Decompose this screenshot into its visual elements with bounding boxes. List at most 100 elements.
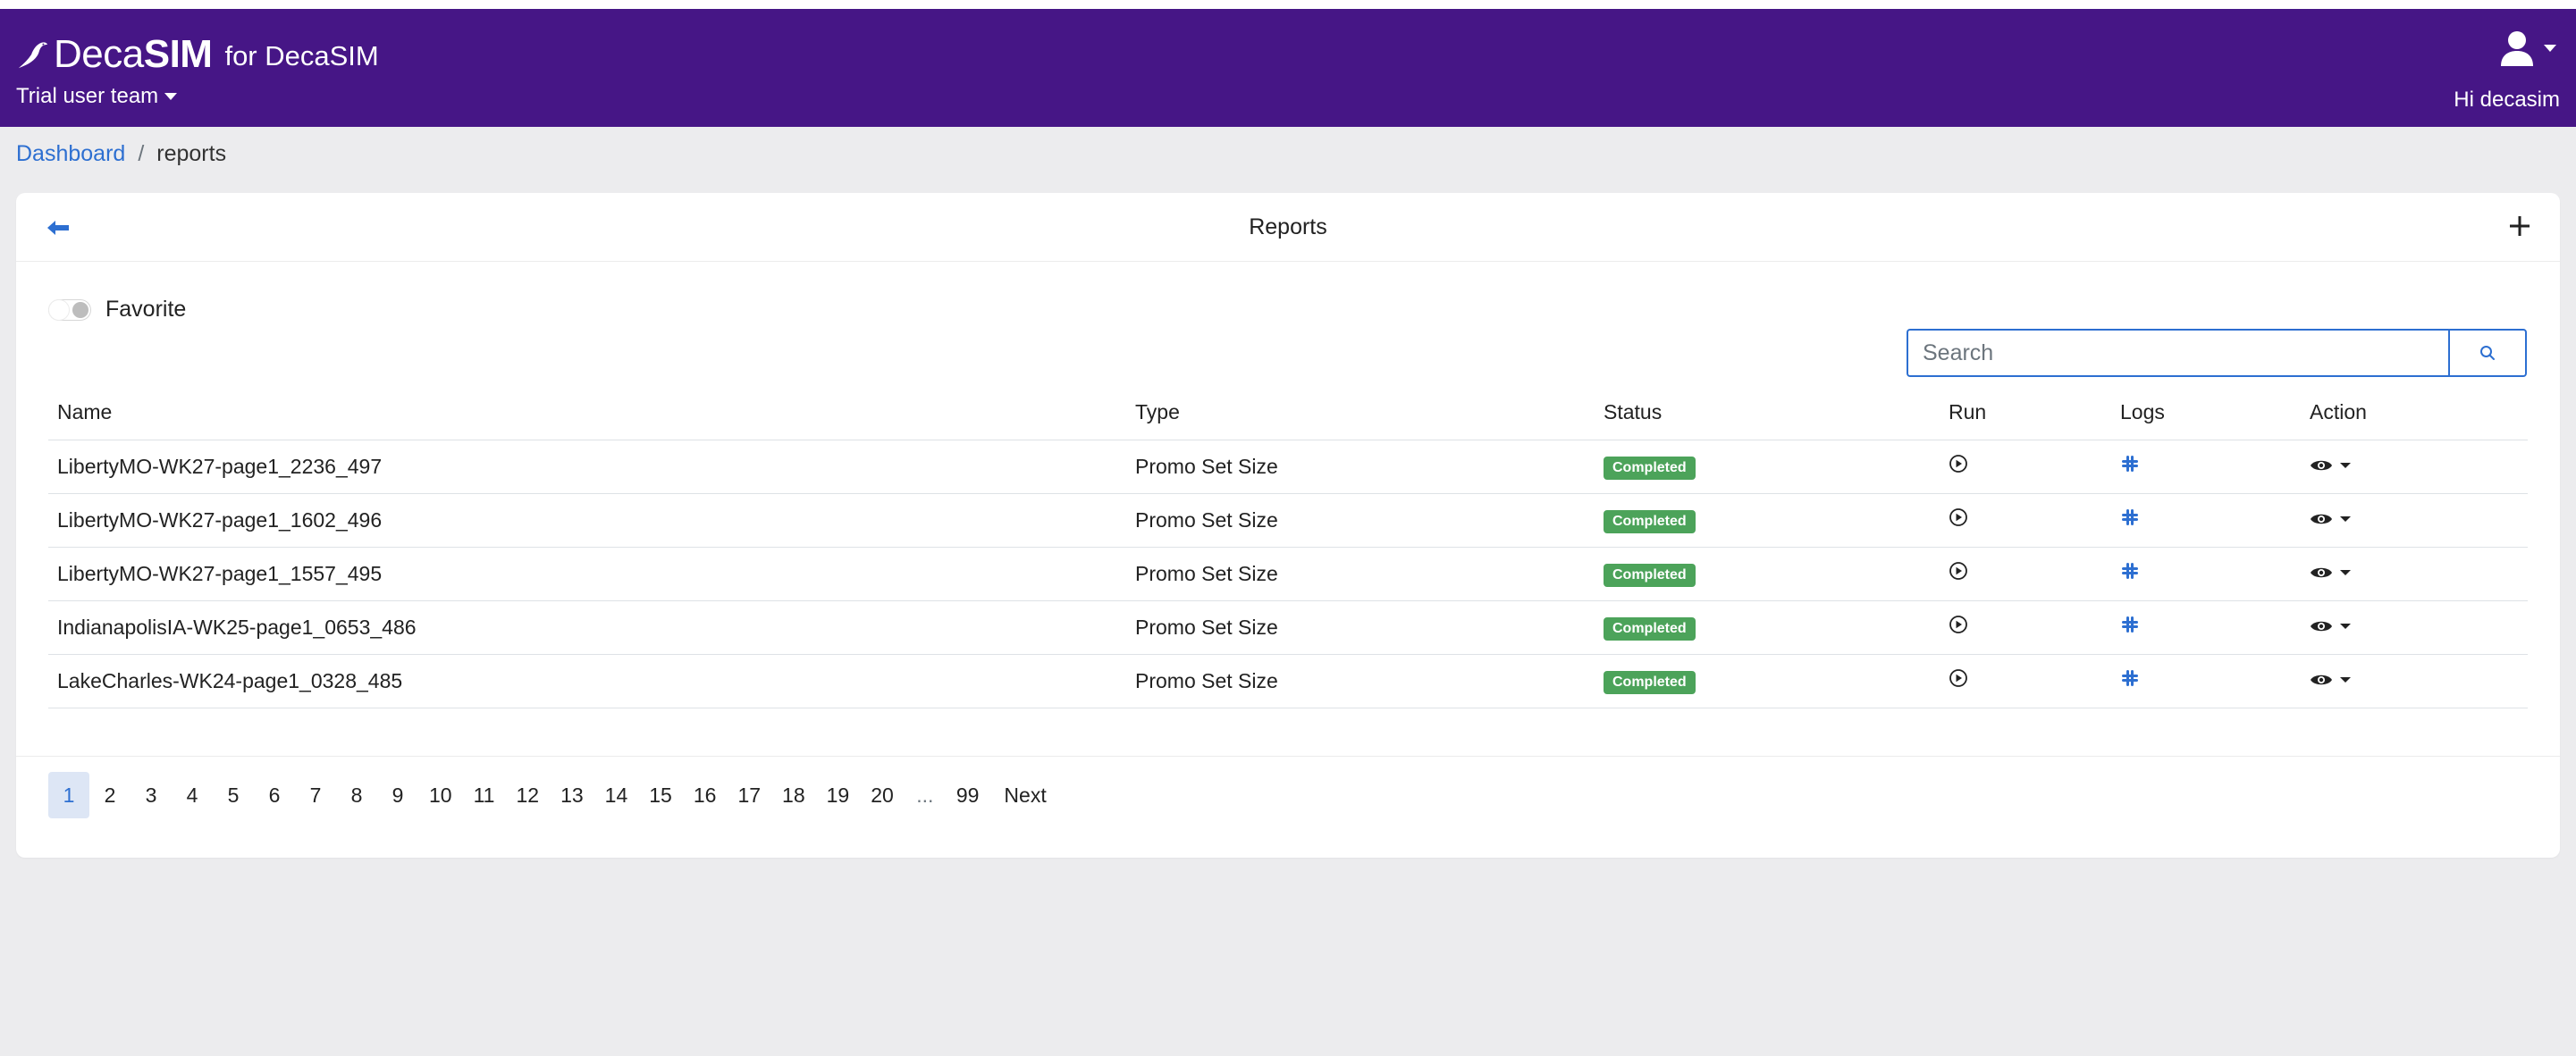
- breadcrumb-dashboard-link[interactable]: Dashboard: [16, 141, 125, 167]
- action-dropdown[interactable]: [2310, 511, 2351, 527]
- toggle-knob-indicator: [72, 301, 88, 318]
- chevron-down-icon: [2340, 623, 2351, 629]
- report-name[interactable]: IndianapolisIA-WK25-page1_0653_486: [48, 600, 1126, 655]
- arrow-left-icon[interactable]: [45, 214, 72, 241]
- report-type: Promo Set Size: [1126, 547, 1595, 601]
- favorite-toggle[interactable]: [48, 298, 91, 321]
- run-button[interactable]: [1949, 507, 1968, 527]
- plus-icon[interactable]: [2506, 213, 2533, 239]
- brand-subtitle: for DecaSIM: [224, 40, 379, 71]
- page-20-button[interactable]: 20: [860, 772, 905, 818]
- page-9-button[interactable]: 9: [377, 772, 418, 818]
- action-dropdown[interactable]: [2310, 565, 2351, 581]
- run-button[interactable]: [1949, 454, 1968, 474]
- column-header-status[interactable]: Status: [1595, 386, 1940, 440]
- action-dropdown[interactable]: [2310, 457, 2351, 474]
- user-menu[interactable]: [2501, 29, 2556, 68]
- page-18-button[interactable]: 18: [771, 772, 816, 818]
- breadcrumb: Dashboard / reports: [16, 141, 226, 167]
- report-action: [2301, 440, 2528, 494]
- page-1-button[interactable]: 1: [48, 772, 89, 818]
- logs-button[interactable]: [2120, 454, 2140, 474]
- table-row[interactable]: IndianapolisIA-WK25-page1_0653_486 Promo…: [48, 600, 2528, 655]
- action-dropdown[interactable]: [2310, 672, 2351, 688]
- eye-icon: [2311, 567, 2332, 577]
- report-action: [2301, 600, 2528, 655]
- logs-button[interactable]: [2120, 668, 2140, 688]
- report-run: [1940, 440, 2111, 494]
- logs-button[interactable]: [2120, 561, 2140, 581]
- page-8-button[interactable]: 8: [336, 772, 377, 818]
- bird-icon: [18, 42, 48, 69]
- status-badge: Completed: [1604, 510, 1696, 533]
- page-4-button[interactable]: 4: [172, 772, 213, 818]
- page-15-button[interactable]: 15: [638, 772, 683, 818]
- column-header-type[interactable]: Type: [1126, 386, 1595, 440]
- page-12-button[interactable]: 12: [505, 772, 550, 818]
- run-button[interactable]: [1949, 561, 1968, 581]
- play-circle-icon: [1949, 616, 1967, 633]
- page-6-button[interactable]: 6: [254, 772, 295, 818]
- page-5-button[interactable]: 5: [213, 772, 254, 818]
- eye-icon: [2311, 621, 2332, 631]
- team-label: Trial user team: [16, 84, 159, 108]
- logs-button[interactable]: [2120, 507, 2140, 527]
- chevron-down-icon: [2340, 676, 2351, 683]
- user-greeting: Hi decasim: [2454, 88, 2560, 112]
- report-run: [1940, 493, 2111, 548]
- report-type: Promo Set Size: [1126, 493, 1595, 548]
- toggle-knob: [48, 298, 70, 321]
- report-type: Promo Set Size: [1126, 600, 1595, 655]
- page-2-button[interactable]: 2: [89, 772, 130, 818]
- table-row[interactable]: LibertyMO-WK27-page1_1602_496 Promo Set …: [48, 493, 2528, 548]
- page-19-button[interactable]: 19: [816, 772, 861, 818]
- report-status: Completed: [1595, 547, 1940, 601]
- play-circle-icon: [1949, 562, 1967, 580]
- report-logs: [2111, 547, 2301, 601]
- report-name[interactable]: LibertyMO-WK27-page1_1557_495: [48, 547, 1126, 601]
- table-header-row: Name Type Status Run Logs Action: [48, 386, 2528, 440]
- page-10-button[interactable]: 10: [418, 772, 463, 818]
- team-dropdown[interactable]: Trial user team: [16, 84, 178, 109]
- reports-card: Reports Favorite Search Name Type Status…: [16, 193, 2560, 858]
- page-7-button[interactable]: 7: [295, 772, 336, 818]
- brand[interactable]: Deca SIM for DecaSIM: [16, 32, 379, 77]
- report-status: Completed: [1595, 440, 1940, 494]
- search-button[interactable]: [2448, 329, 2527, 377]
- table-row[interactable]: LibertyMO-WK27-page1_2236_497 Promo Set …: [48, 440, 2528, 494]
- slack-icon: [2122, 670, 2138, 686]
- reports-table: Name Type Status Run Logs Action Liberty…: [48, 386, 2528, 708]
- logo-text-deca: Deca: [54, 32, 144, 76]
- page-99-button[interactable]: 99: [946, 772, 990, 818]
- page-3-button[interactable]: 3: [130, 772, 172, 818]
- logs-button[interactable]: [2120, 615, 2140, 634]
- column-header-logs: Logs: [2111, 386, 2301, 440]
- play-circle-icon: [1949, 669, 1967, 687]
- page-16-button[interactable]: 16: [683, 772, 728, 818]
- slack-icon: [2122, 563, 2138, 579]
- search-input[interactable]: [1907, 329, 2448, 377]
- page-14-button[interactable]: 14: [594, 772, 639, 818]
- column-header-name[interactable]: Name: [48, 386, 1126, 440]
- status-badge: Completed: [1604, 671, 1696, 694]
- page-17-button[interactable]: 17: [727, 772, 771, 818]
- report-run: [1940, 547, 2111, 601]
- table-row[interactable]: LakeCharles-WK24-page1_0328_485 Promo Se…: [48, 654, 2528, 708]
- page-11-button[interactable]: 11: [463, 772, 506, 818]
- report-type: Promo Set Size: [1126, 440, 1595, 494]
- report-name[interactable]: LakeCharles-WK24-page1_0328_485: [48, 654, 1126, 708]
- search-icon: [2480, 346, 2495, 360]
- page-13-button[interactable]: 13: [550, 772, 594, 818]
- action-dropdown[interactable]: [2310, 618, 2351, 634]
- column-header-run: Run: [1940, 386, 2111, 440]
- run-button[interactable]: [1949, 615, 1968, 634]
- report-name[interactable]: LibertyMO-WK27-page1_1602_496: [48, 493, 1126, 548]
- chevron-down-icon: [2544, 45, 2556, 52]
- run-button[interactable]: [1949, 668, 1968, 688]
- eye-icon: [2311, 460, 2332, 470]
- pagination-divider: [16, 756, 2560, 757]
- play-circle-icon: [1949, 508, 1967, 526]
- next-page-button[interactable]: Next: [993, 772, 1056, 818]
- report-name[interactable]: LibertyMO-WK27-page1_2236_497: [48, 440, 1126, 494]
- table-row[interactable]: LibertyMO-WK27-page1_1557_495 Promo Set …: [48, 547, 2528, 601]
